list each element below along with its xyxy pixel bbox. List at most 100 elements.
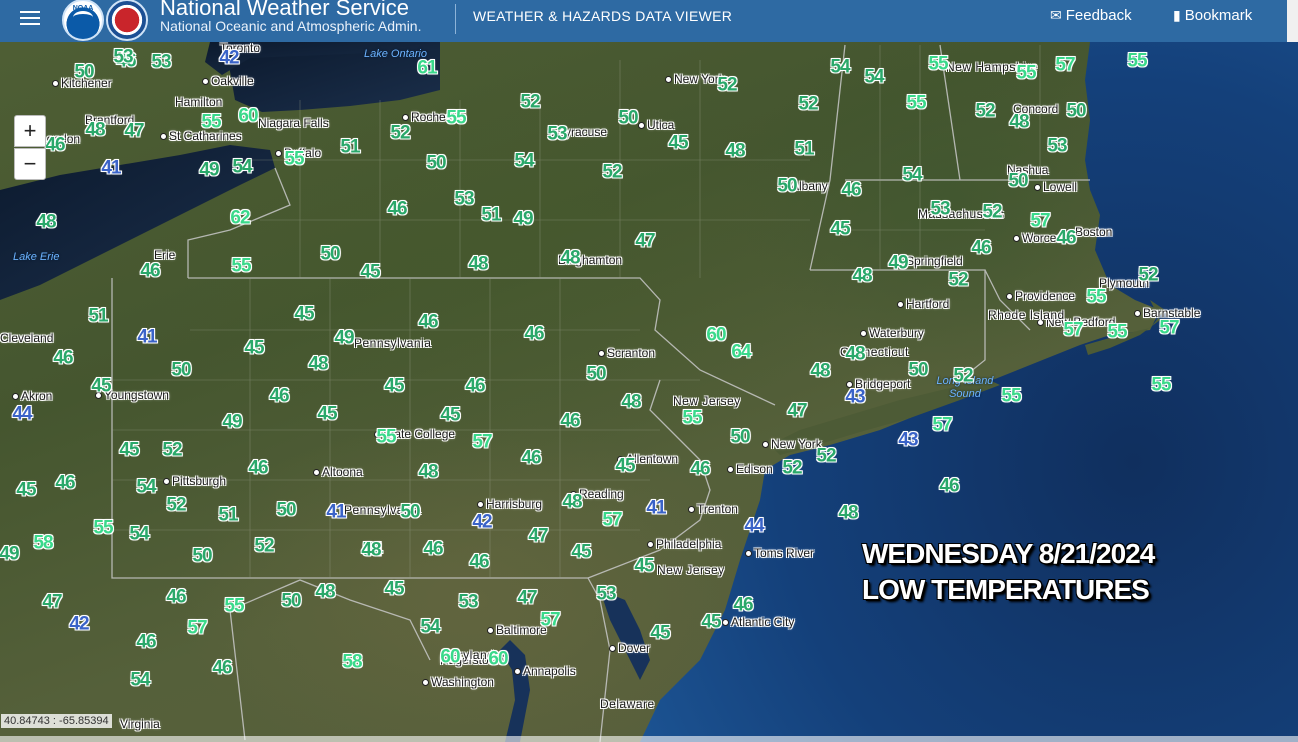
nws-logo[interactable] [106, 0, 148, 41]
temperature-value: 49 [0, 543, 20, 565]
city-dot-icon [860, 330, 867, 338]
temperature-value: 48 [361, 539, 381, 561]
temperature-value: 46 [423, 538, 443, 560]
temperature-value: 52 [390, 122, 410, 144]
city-name: Toms River [754, 546, 815, 560]
city-name: Youngstown [104, 388, 169, 402]
temperature-value: 54 [830, 56, 850, 78]
temperature-value: 51 [794, 138, 814, 160]
temperature-value: 55 [231, 255, 251, 277]
city-name: Altoona [322, 465, 363, 479]
city-label: Washington [422, 676, 494, 688]
city-name: Scranton [607, 346, 656, 360]
city-name: Dover [618, 641, 651, 655]
noaa-logo[interactable]: NOAA [62, 0, 104, 41]
temperature-value: 50 [777, 175, 797, 197]
city-label: Providence [1006, 290, 1075, 302]
map-canvas[interactable]: Lake Ontario Lake Erie Long Island Sound… [0, 0, 1298, 742]
city-name: Boston [1075, 225, 1113, 239]
temperature-value: 46 [524, 323, 544, 345]
viewer-title: WEATHER & HAZARDS DATA VIEWER [473, 8, 733, 24]
overlay-caption: LOW TEMPERATURES [862, 574, 1150, 605]
temperature-value: 60 [440, 646, 460, 668]
temperature-value: 53 [547, 123, 567, 145]
temperature-value: 53 [930, 198, 950, 220]
city-label: Akron [12, 390, 52, 402]
city-dot-icon [762, 441, 769, 449]
temperature-value: 53 [596, 583, 616, 605]
city-dot-icon [647, 541, 654, 549]
temperature-value: 58 [342, 651, 362, 673]
city-dot-icon [609, 645, 616, 653]
temperature-value: 52 [816, 445, 836, 467]
city-dot-icon [638, 122, 645, 130]
overlay-date: WEDNESDAY 8/21/2024 [862, 538, 1155, 569]
temperature-value: 45 [615, 455, 635, 477]
city-dot-icon [12, 393, 19, 401]
state-label: New Jersey [657, 563, 725, 577]
temperature-value: 51 [218, 504, 238, 526]
temperature-value: 57 [602, 509, 622, 531]
bookmark-button[interactable]: ▮ Bookmark [1173, 7, 1252, 24]
temperature-value: 52 [953, 365, 973, 387]
temperature-value: 52 [1138, 264, 1158, 286]
temperature-value: 52 [975, 100, 995, 122]
city-dot-icon [1013, 235, 1020, 243]
city-name: Lowell [1043, 180, 1078, 194]
temperature-value: 55 [1151, 374, 1171, 396]
city-label: Altoona [313, 466, 363, 478]
temperature-value: 53 [1047, 135, 1067, 157]
temperature-value: 55 [1086, 286, 1106, 308]
temperature-value: 42 [69, 613, 89, 635]
app-header: NOAA National Weather Service National O… [0, 0, 1287, 42]
temperature-value: 44 [744, 515, 764, 537]
zoom-in-button[interactable]: + [14, 115, 46, 147]
state-label: Rhode Island [988, 308, 1065, 322]
gull-icon [73, 11, 93, 24]
temperature-value: 46 [418, 311, 438, 333]
city-label: Hartford [897, 298, 949, 310]
temperature-value: 52 [602, 161, 622, 183]
city-dot-icon [727, 466, 734, 474]
city-name: Washington [431, 675, 494, 689]
temperature-value: 60 [706, 324, 726, 346]
city-name: Cleveland [0, 331, 54, 345]
temperature-value: 64 [731, 341, 751, 363]
temperature-value: 46 [733, 594, 753, 616]
page-scrollbar[interactable] [1287, 0, 1298, 42]
temperature-value: 52 [717, 74, 737, 96]
temperature-value: 46 [248, 457, 268, 479]
city-label: Dover [609, 642, 650, 654]
temperature-value: 48 [308, 353, 328, 375]
temperature-value: 48 [852, 265, 872, 287]
temperature-value: 55 [928, 53, 948, 75]
temperature-value: 52 [948, 269, 968, 291]
temperature-value: 54 [420, 616, 440, 638]
city-dot-icon [402, 114, 409, 122]
temperature-value: 48 [621, 391, 641, 413]
temperature-value: 47 [124, 120, 144, 142]
hamburger-menu-icon[interactable] [20, 8, 40, 28]
temperature-value: 48 [36, 211, 56, 233]
temperature-value: 62 [230, 207, 250, 229]
zoom-out-button[interactable]: − [14, 148, 46, 180]
temperature-value: 48 [418, 461, 438, 483]
city-label: Utica [638, 119, 674, 131]
temperature-value: 41 [646, 497, 666, 519]
temperature-value: 50 [908, 359, 928, 381]
temperature-value: 57 [187, 617, 207, 639]
temperature-value: 46 [841, 179, 861, 201]
temperature-value: 45 [384, 375, 404, 397]
temperature-value: 57 [540, 609, 560, 631]
feedback-button[interactable]: ✉ Feedback [1050, 7, 1132, 24]
temperature-value: 47 [42, 591, 62, 613]
city-dot-icon [487, 627, 494, 635]
temperature-value: 50 [276, 499, 296, 521]
temperature-value: 41 [326, 501, 346, 523]
temperature-value: 46 [939, 475, 959, 497]
temperature-value: 48 [1009, 111, 1029, 133]
temperature-value: 46 [136, 631, 156, 653]
temperature-value: 53 [458, 591, 478, 613]
temperature-value: 47 [787, 400, 807, 422]
feedback-label: Feedback [1065, 7, 1132, 24]
